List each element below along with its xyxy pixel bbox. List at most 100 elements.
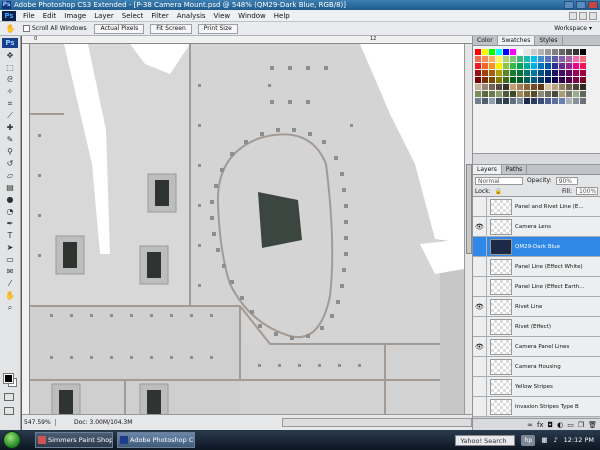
swatch[interactable] bbox=[517, 98, 523, 104]
tab-paths[interactable]: Paths bbox=[502, 165, 528, 174]
swatch[interactable] bbox=[496, 91, 502, 97]
path-select-icon[interactable]: ➤ bbox=[4, 242, 17, 253]
layer-mask-icon[interactable]: ◘ bbox=[548, 421, 554, 429]
swatch[interactable] bbox=[517, 56, 523, 62]
swatch[interactable] bbox=[538, 70, 544, 76]
swatch[interactable] bbox=[475, 91, 481, 97]
swatch[interactable] bbox=[545, 84, 551, 90]
zoom-level[interactable]: 547.59% bbox=[22, 419, 56, 426]
opacity-field[interactable]: 90% bbox=[555, 176, 578, 185]
swatch[interactable] bbox=[538, 77, 544, 83]
swatch[interactable] bbox=[580, 77, 586, 83]
swatch[interactable] bbox=[496, 84, 502, 90]
pen-icon[interactable]: ✒ bbox=[4, 218, 17, 229]
swatch[interactable] bbox=[580, 49, 586, 55]
swatch[interactable] bbox=[475, 63, 481, 69]
swatch[interactable] bbox=[524, 49, 530, 55]
layer-row[interactable]: Panel Line (Effect Earth... bbox=[473, 276, 600, 297]
swatch[interactable] bbox=[482, 84, 488, 90]
layer-row[interactable]: 👁 Rivet Line bbox=[473, 296, 600, 317]
swatch[interactable] bbox=[552, 77, 558, 83]
swatch[interactable] bbox=[517, 63, 523, 69]
volume-icon[interactable]: ♪ bbox=[554, 436, 558, 444]
swatch[interactable] bbox=[510, 63, 516, 69]
blur-icon[interactable]: ● bbox=[4, 194, 17, 205]
lock-icon[interactable]: 🔒 bbox=[495, 188, 502, 195]
swatch[interactable] bbox=[573, 84, 579, 90]
swatch[interactable] bbox=[552, 91, 558, 97]
swatch[interactable] bbox=[566, 70, 572, 76]
swatch[interactable] bbox=[580, 56, 586, 62]
swatch[interactable] bbox=[538, 84, 544, 90]
swatch[interactable] bbox=[552, 49, 558, 55]
history-brush-icon[interactable]: ↺ bbox=[4, 158, 17, 169]
swatch[interactable] bbox=[531, 63, 537, 69]
swatch[interactable] bbox=[496, 98, 502, 104]
layer-row[interactable]: Camera Housing bbox=[473, 356, 600, 377]
swatch[interactable] bbox=[489, 98, 495, 104]
swatch[interactable] bbox=[531, 70, 537, 76]
visibility-eye-icon[interactable] bbox=[473, 376, 487, 397]
swatch[interactable] bbox=[475, 98, 481, 104]
swatch[interactable] bbox=[510, 98, 516, 104]
swatch[interactable] bbox=[545, 56, 551, 62]
swatch[interactable] bbox=[475, 77, 481, 83]
swatch[interactable] bbox=[524, 91, 530, 97]
swatch[interactable] bbox=[524, 84, 530, 90]
visibility-eye-icon[interactable] bbox=[473, 316, 487, 337]
swatch[interactable] bbox=[559, 77, 565, 83]
swatch[interactable] bbox=[531, 56, 537, 62]
tab-layers[interactable]: Layers bbox=[473, 165, 502, 174]
swatch[interactable] bbox=[524, 98, 530, 104]
vertical-scrollbar[interactable] bbox=[464, 44, 472, 414]
hand-icon[interactable]: ✋ bbox=[4, 290, 17, 301]
magic-wand-icon[interactable]: ✧ bbox=[4, 86, 17, 97]
minimize-button[interactable] bbox=[564, 1, 574, 9]
swatch[interactable] bbox=[552, 98, 558, 104]
swatch[interactable] bbox=[573, 98, 579, 104]
scroll-all-windows-checkbox[interactable] bbox=[23, 25, 30, 32]
swatch[interactable] bbox=[573, 56, 579, 62]
menu-view[interactable]: View bbox=[210, 10, 235, 22]
visibility-eye-icon[interactable] bbox=[473, 276, 487, 297]
blend-mode-select[interactable]: Normal bbox=[475, 176, 523, 185]
swatch[interactable] bbox=[482, 91, 488, 97]
swatch[interactable] bbox=[531, 49, 537, 55]
taskbar-item[interactable]: Adobe Photoshop C... bbox=[117, 432, 195, 448]
quick-mask-icon[interactable] bbox=[4, 393, 14, 401]
lasso-icon[interactable]: ᘓ bbox=[4, 74, 17, 85]
visibility-eye-icon[interactable] bbox=[473, 196, 487, 217]
swatch[interactable] bbox=[496, 77, 502, 83]
clock[interactable]: 12:12 PM bbox=[564, 436, 594, 444]
swatch[interactable] bbox=[503, 77, 509, 83]
swatch[interactable] bbox=[524, 70, 530, 76]
swatch[interactable] bbox=[503, 70, 509, 76]
start-button[interactable] bbox=[3, 431, 21, 449]
visibility-eye-icon[interactable]: 👁 bbox=[473, 216, 487, 237]
fit-screen-button[interactable]: Fit Screen bbox=[150, 23, 192, 34]
close-button[interactable] bbox=[588, 1, 598, 9]
swatch[interactable] bbox=[475, 49, 481, 55]
swatch[interactable] bbox=[573, 49, 579, 55]
network-icon[interactable]: ▦ bbox=[541, 436, 547, 444]
swatch[interactable] bbox=[566, 63, 572, 69]
visibility-eye-icon[interactable]: 👁 bbox=[473, 336, 487, 357]
swatch[interactable] bbox=[559, 98, 565, 104]
swatch[interactable] bbox=[559, 63, 565, 69]
swatch[interactable] bbox=[482, 63, 488, 69]
swatch[interactable] bbox=[566, 49, 572, 55]
hp-icon[interactable]: hp bbox=[521, 434, 536, 446]
swatch[interactable] bbox=[482, 49, 488, 55]
shape-icon[interactable]: ▭ bbox=[4, 254, 17, 265]
link-layers-icon[interactable]: ∞ bbox=[527, 421, 533, 429]
layer-row[interactable]: Rivet (Effect) bbox=[473, 316, 600, 337]
swatch[interactable] bbox=[538, 63, 544, 69]
swatch[interactable] bbox=[559, 84, 565, 90]
swatch[interactable] bbox=[482, 98, 488, 104]
swatch[interactable] bbox=[566, 56, 572, 62]
swatch[interactable] bbox=[510, 91, 516, 97]
swatch[interactable] bbox=[559, 70, 565, 76]
swatch[interactable] bbox=[559, 49, 565, 55]
foreground-color-swatch[interactable] bbox=[3, 373, 14, 384]
swatch[interactable] bbox=[517, 77, 523, 83]
